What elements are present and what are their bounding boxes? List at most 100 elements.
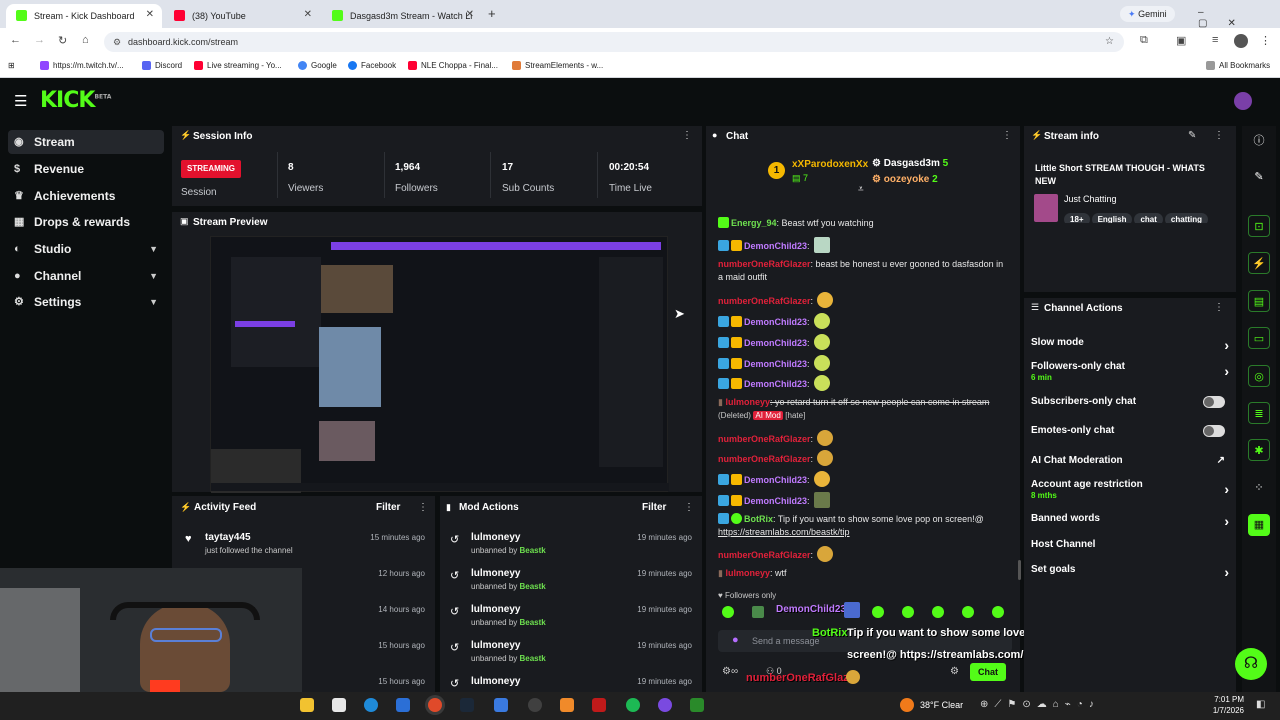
filter-button[interactable]: Filter	[376, 502, 400, 513]
address-bar[interactable]: ⚙ dashboard.kick.com/stream ☆	[104, 32, 1124, 52]
bookmark-facebook[interactable]: Facebook	[348, 61, 396, 70]
settings-icon[interactable]: ⚙∞	[722, 666, 738, 677]
sidebar-item-stream[interactable]: ◉ Stream	[8, 130, 164, 154]
more-options-icon[interactable]: ⋮	[684, 502, 694, 513]
reload-icon[interactable]: ↻	[58, 34, 67, 47]
tag[interactable]: English	[1091, 213, 1133, 223]
bookmark-streamelements[interactable]: StreamElements - w...	[512, 61, 603, 70]
emote-icon[interactable]	[962, 606, 974, 618]
tag[interactable]: chat	[1134, 213, 1163, 223]
bookmark-discord[interactable]: Discord	[142, 61, 182, 70]
sidebar-item-settings[interactable]: ⚙ Settings ▼	[8, 290, 164, 314]
more-options-icon[interactable]: ⋮	[1002, 130, 1012, 141]
store-icon[interactable]	[332, 698, 346, 712]
filter-button[interactable]: Filter	[642, 502, 666, 513]
chrome-icon[interactable]	[428, 698, 442, 712]
account-age-row[interactable]: Account age restriction 8 mths ›	[1031, 479, 1231, 500]
clipboard-icon[interactable]: ▤	[1248, 290, 1270, 312]
microphone-icon[interactable]: ●	[732, 634, 739, 646]
tag[interactable]: 18+	[1064, 213, 1090, 223]
chat-username[interactable]: DemonChild23	[744, 475, 807, 485]
edit-icon[interactable]: ✎	[1248, 166, 1270, 188]
notification-icon[interactable]: ◧	[1256, 699, 1265, 710]
chat-link[interactable]: https://streamlabs.com/beastk/tip	[718, 527, 850, 537]
app-icon[interactable]	[592, 698, 606, 712]
clock-time[interactable]: 7:01 PM	[1208, 695, 1244, 704]
moderator-name[interactable]: Beastk	[520, 654, 546, 663]
bookmark-twitch[interactable]: https://m.twitch.tv/...	[40, 61, 124, 70]
banned-words-row[interactable]: Banned words ›	[1031, 513, 1231, 529]
emote-icon[interactable]	[872, 606, 884, 618]
bookmark-youtube-live[interactable]: Live streaming - Yo...	[194, 61, 282, 70]
chat-username[interactable]: numberOneRafGlazer	[718, 550, 811, 560]
kick-logo[interactable]: KICKBETA	[40, 88, 111, 113]
chat-username[interactable]: DemonChild23	[744, 359, 807, 369]
mod-action-target[interactable]: lulmoneyy	[471, 568, 520, 579]
gifter-row-2[interactable]: ⚙ Dasgasd3m 5	[872, 158, 948, 169]
bookmark-google[interactable]: Google	[298, 61, 337, 70]
host-channel-row[interactable]: Host Channel	[1031, 539, 1231, 550]
back-icon[interactable]: ←	[10, 34, 21, 46]
app-icon[interactable]	[658, 698, 672, 712]
more-options-icon[interactable]: ⋮	[1214, 130, 1224, 141]
app-icon[interactable]	[560, 698, 574, 712]
apps-icon[interactable]: ⊞	[8, 61, 15, 70]
mod-action-target[interactable]: lulmoneyy	[471, 532, 520, 543]
video-clip-icon[interactable]: ▦	[1248, 514, 1270, 536]
edit-icon[interactable]: ✎	[1188, 130, 1196, 141]
moderator-name[interactable]: Beastk	[520, 582, 546, 591]
steam-icon[interactable]	[460, 698, 474, 712]
chat-username[interactable]: lulmoneyy	[725, 397, 770, 407]
chat-username[interactable]: numberOneRafGlazer	[718, 434, 811, 444]
category-thumbnail[interactable]	[1034, 194, 1058, 222]
emote-icon[interactable]	[722, 606, 734, 618]
bookmark-star-icon[interactable]: ☆	[1105, 32, 1114, 52]
chat-username[interactable]: numberOneRafGlazer	[718, 296, 811, 306]
close-icon[interactable]: ✕	[146, 9, 154, 20]
sidebar-item-drops[interactable]: ▦ Drops & rewards	[8, 210, 164, 234]
slow-mode-row[interactable]: Slow mode ›	[1031, 337, 1231, 353]
chat-username[interactable]: DemonChild23	[744, 338, 807, 348]
mod-action-target[interactable]: lulmoneyy	[471, 676, 520, 687]
gifter-name[interactable]: xXParodoxenXx	[792, 159, 868, 170]
emotes-only-toggle[interactable]	[1203, 425, 1225, 437]
gifter-row-3[interactable]: ⚙ oozeyoke 2	[872, 174, 938, 185]
chat-username[interactable]: BotRix	[744, 514, 773, 524]
stream-category[interactable]: Just Chatting	[1064, 194, 1117, 204]
close-icon[interactable]: ✕	[304, 9, 312, 20]
broadcast-icon[interactable]: ◎	[1248, 365, 1270, 387]
chat-username[interactable]: DemonChild23	[744, 241, 807, 251]
tab-youtube[interactable]: (38) YouTube ✕	[164, 4, 320, 28]
mod-action-target[interactable]: lulmoneyy	[471, 604, 520, 615]
ai-moderation-row[interactable]: AI Chat Moderation ↗	[1031, 455, 1231, 466]
profile-avatar[interactable]	[1234, 34, 1248, 48]
bookmark-nle-choppa[interactable]: NLE Choppa - Final...	[408, 61, 498, 70]
set-goals-row[interactable]: Set goals ›	[1031, 564, 1231, 580]
chat-username[interactable]: DemonChild23	[744, 379, 807, 389]
tag[interactable]: chatting	[1164, 213, 1209, 223]
chat-username[interactable]: DemonChild23	[744, 317, 807, 327]
outlook-icon[interactable]	[396, 698, 410, 712]
chat-username[interactable]: DemonChild23	[744, 496, 807, 506]
chat-settings-icon[interactable]: ⚙	[950, 666, 959, 677]
list-icon[interactable]: ≣	[1248, 402, 1270, 424]
sidebar-item-revenue[interactable]: $ Revenue	[8, 157, 164, 181]
site-info-icon[interactable]: ⚙	[113, 32, 121, 52]
close-icon[interactable]: ✕	[466, 9, 474, 20]
wrench-icon[interactable]: ✱	[1248, 439, 1270, 461]
followers-only-row[interactable]: Followers-only chat 6 min ›	[1031, 361, 1231, 382]
home-icon[interactable]: ⌂	[82, 34, 89, 46]
chat-username[interactable]: lulmoneyy	[725, 568, 770, 578]
more-options-icon[interactable]: ⋮	[682, 130, 692, 141]
sidepanel-icon[interactable]: ▣	[1176, 34, 1186, 47]
emote-icon[interactable]	[902, 606, 914, 618]
weather-text[interactable]: 38°F Clear	[920, 700, 963, 710]
sidebar-item-achievements[interactable]: ♛ Achievements	[8, 184, 164, 208]
chat-username[interactable]: numberOneRafGlazer	[718, 454, 811, 464]
sidebar-item-studio[interactable]: ◐ Studio ▼	[8, 237, 164, 261]
tab-kick-dashboard[interactable]: Stream - Kick Dashboard ✕	[6, 4, 162, 28]
tab-kick-watch[interactable]: Dasgasd3m Stream - Watch Li ✕	[322, 4, 482, 28]
media-icon[interactable]: ≡	[1212, 34, 1218, 46]
headset-help-icon[interactable]: ☊	[1235, 648, 1267, 680]
mod-action-target[interactable]: lulmoneyy	[471, 640, 520, 651]
